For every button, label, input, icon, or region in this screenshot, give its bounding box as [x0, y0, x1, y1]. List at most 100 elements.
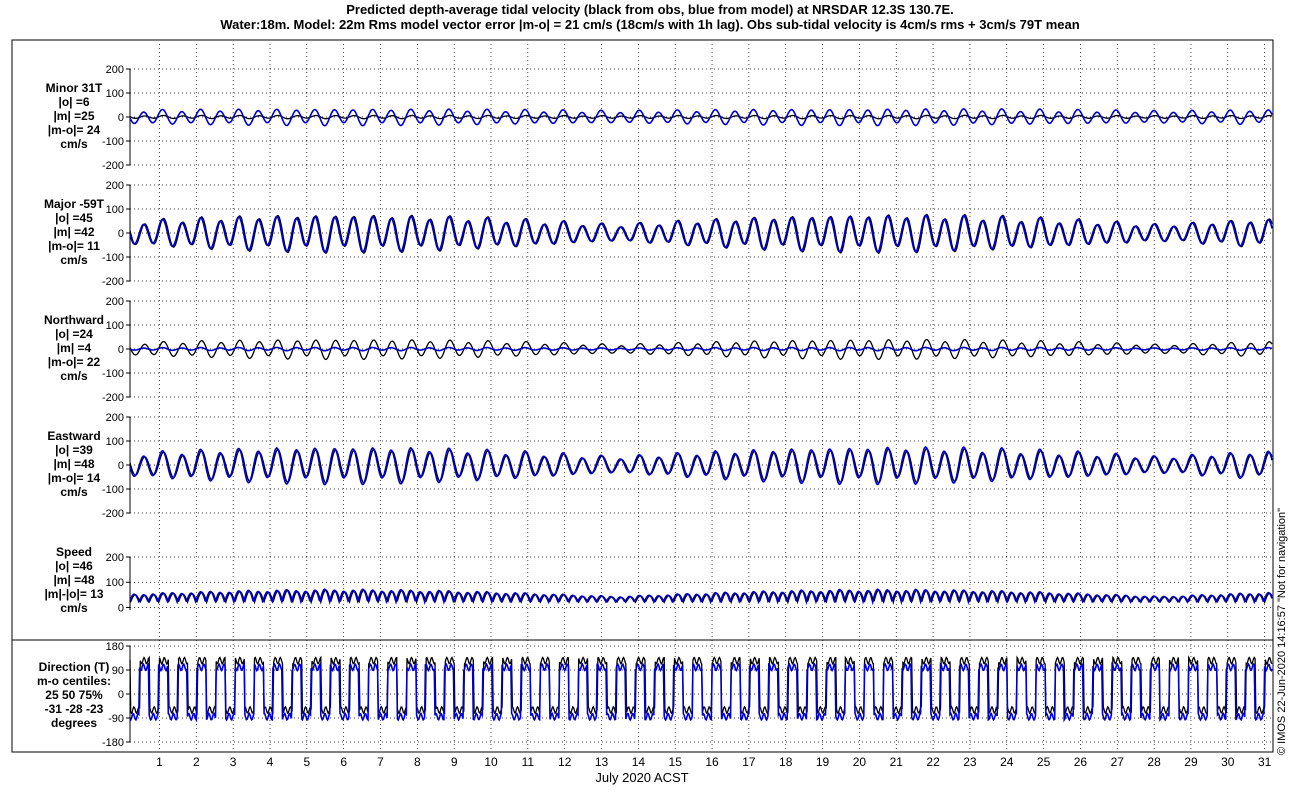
direction-label-line: -31 -28 -23	[45, 702, 104, 716]
x-tick-label: 28	[1147, 755, 1161, 769]
y-tick-label: 0	[118, 602, 124, 614]
eastward-label-line: cm/s	[60, 485, 88, 499]
northward-label-line: |o| =24	[55, 327, 93, 341]
minor-label-line: Minor 31T	[46, 81, 103, 95]
speed-label-line: |m|-|o|= 13	[44, 587, 103, 601]
y-tick-label: 200	[106, 64, 124, 76]
x-tick-label: 10	[484, 755, 498, 769]
x-tick-label: 18	[779, 755, 793, 769]
direction-label-line: m-o centiles:	[37, 674, 111, 688]
y-tick-label: -100	[102, 252, 124, 264]
northward-panel: 200 100 0 -100 -200 Northward|o| =24|m| =4|m-…	[44, 296, 1273, 404]
eastward-label-line: |o| =39	[55, 443, 93, 457]
major-label-line: Major -59T	[44, 197, 105, 211]
minor-label-line: cm/s	[60, 137, 88, 151]
y-tick-label: 0	[118, 689, 124, 701]
y-tick-label: 200	[106, 180, 124, 192]
minor-panel: 200 100 0 -100 -200 Minor 31T|o| =6|m| =25|m-…	[46, 64, 1273, 172]
major-label-line: cm/s	[60, 253, 88, 267]
y-tick-label: -200	[102, 160, 124, 172]
y-tick-label: 90	[112, 665, 124, 677]
y-tick-label: 0	[118, 460, 124, 472]
y-tick-label: -200	[102, 276, 124, 288]
eastward-label-line: |m-o|= 14	[48, 471, 101, 485]
y-tick-label: 180	[106, 641, 124, 653]
northward-label-line: cm/s	[60, 369, 88, 383]
speed-label-line: cm/s	[60, 601, 88, 615]
eastward-label-line: Eastward	[47, 429, 100, 443]
y-tick-label: 100	[106, 204, 124, 216]
minor-label-line: |o| =6	[58, 95, 89, 109]
major-label-line: |m| =42	[53, 225, 94, 239]
y-tick-label: -100	[102, 368, 124, 380]
x-tick-label: 23	[963, 755, 977, 769]
minor-label-line: |m| =25	[53, 109, 94, 123]
minor-label-line: |m-o|= 24	[48, 123, 101, 137]
x-tick-label: 24	[1000, 755, 1014, 769]
speed-label-line: |o| =46	[55, 559, 93, 573]
x-tick-label: 25	[1037, 755, 1051, 769]
x-tick-label: 19	[816, 755, 830, 769]
x-tick-label: 5	[303, 755, 310, 769]
y-tick-label: -100	[102, 136, 124, 148]
x-tick-label: 3	[230, 755, 237, 769]
x-axis-label: July 2020 ACST	[595, 770, 688, 785]
x-tick-label: 1	[156, 755, 163, 769]
x-tick-label: 21	[890, 755, 904, 769]
imos-credit-note: © IMOS 22-Jun-2020 14:16:57 "Not for nav…	[1276, 507, 1288, 755]
y-tick-label: -180	[102, 737, 124, 749]
speed-label-line: |m| =48	[53, 573, 94, 587]
eastward-model-line	[129, 446, 1273, 486]
direction-model-line	[129, 661, 1273, 723]
x-tick-label: 6	[340, 755, 347, 769]
direction-panel: 180 90 0 -90 -180 Direction (T)m-o centiles:2…	[37, 641, 1273, 749]
direction-label-line: degrees	[51, 716, 97, 730]
x-tick-label: 15	[669, 755, 683, 769]
minor-model-line	[129, 108, 1273, 127]
x-tick-label: 12	[558, 755, 572, 769]
x-tick-label: 7	[377, 755, 384, 769]
y-tick-label: 0	[118, 344, 124, 356]
x-tick-label: 11	[522, 755, 535, 769]
x-tick-label: 26	[1074, 755, 1088, 769]
direction-label-line: 25 50 75%	[45, 688, 103, 702]
x-tick-label: 27	[1111, 755, 1125, 769]
x-tick-label: 13	[595, 755, 609, 769]
x-tick-label: 2	[193, 755, 200, 769]
y-tick-label: 100	[106, 436, 124, 448]
northward-label-line: |m| =4	[57, 341, 92, 355]
major-panel: 200 100 0 -100 -200 Major -59T|o| =45|m| =42|…	[44, 180, 1273, 288]
tidal-velocity-chart: 1 2 3 4 5 6 7 8 9 10 11 12 13 14 15 16 17 18 19 20 21 22 23 24 2…	[11, 39, 1274, 785]
x-tick-label: 30	[1221, 755, 1235, 769]
northward-label-line: |m-o|= 22	[48, 355, 101, 369]
y-tick-label: -200	[102, 508, 124, 520]
eastward-label-line: |m| =48	[53, 457, 94, 471]
x-tick-label: 29	[1184, 755, 1198, 769]
eastward-panel: 200 100 0 -100 -200 Eastward|o| =39|m| =48|m-…	[47, 412, 1273, 520]
major-model-line	[129, 214, 1273, 254]
x-tick-label: 16	[705, 755, 719, 769]
major-label-line: |m-o|= 11	[48, 239, 100, 253]
y-tick-label: 0	[118, 112, 124, 124]
y-tick-label: 100	[106, 88, 124, 100]
northward-label-line: Northward	[44, 313, 104, 327]
plot-frame	[11, 39, 1274, 753]
speed-model-line	[129, 588, 1273, 606]
y-tick-label: 100	[106, 320, 124, 332]
x-tick-label: 22	[926, 755, 940, 769]
speed-panel: 200 100 0 Speed|o| =46|m| =48|m|-|o|= 13cm/…	[44, 545, 1273, 615]
y-tick-label: 0	[118, 228, 124, 240]
y-tick-label: 200	[106, 412, 124, 424]
major-label-line: |o| =45	[55, 211, 93, 225]
speed-label-line: Speed	[56, 545, 92, 559]
x-tick-label: 17	[742, 755, 756, 769]
x-tick-label: 14	[632, 755, 646, 769]
y-tick-label: 200	[106, 296, 124, 308]
y-tick-label: 200	[106, 552, 124, 564]
y-tick-label: 100	[106, 577, 124, 589]
y-tick-label: -100	[102, 484, 124, 496]
x-tick-label: 20	[853, 755, 867, 769]
y-tick-label: -90	[108, 713, 124, 725]
x-tick-label: 9	[451, 755, 458, 769]
x-tick-label: 8	[414, 755, 421, 769]
